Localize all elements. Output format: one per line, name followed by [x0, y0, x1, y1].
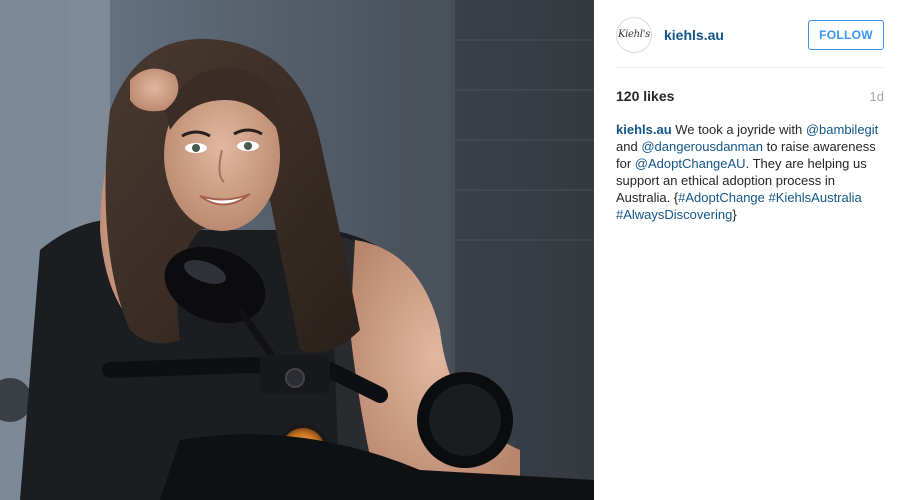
post-photo-illustration — [0, 0, 594, 500]
post-photo[interactable] — [0, 0, 594, 500]
account-avatar[interactable]: Kiehl's — [616, 16, 652, 53]
likes-count[interactable]: 120 likes — [616, 88, 674, 104]
caption-text: and — [616, 139, 638, 154]
post-caption: kiehls.au We took a joyride with @bambil… — [616, 121, 884, 223]
caption-hashtag-link[interactable]: #AdoptChange — [678, 190, 765, 205]
instagram-post: Kiehl's kiehls.au FOLLOW 120 likes 1d ki… — [0, 0, 900, 500]
caption-mention-link[interactable]: @bambilegit — [806, 122, 878, 137]
post-header: Kiehl's kiehls.au FOLLOW — [616, 12, 884, 68]
avatar-logo-text: Kiehl's — [617, 29, 650, 40]
account-username-link[interactable]: kiehls.au — [664, 27, 724, 43]
post-info-panel: Kiehl's kiehls.au FOLLOW 120 likes 1d ki… — [594, 0, 900, 500]
caption-hashtag-link[interactable]: #KiehlsAustralia — [769, 190, 862, 205]
post-stats: 120 likes 1d — [616, 86, 884, 106]
caption-text: } — [732, 207, 737, 222]
caption-username-link[interactable]: kiehls.au — [616, 122, 672, 137]
caption-hashtag-link[interactable]: #AlwaysDiscovering — [616, 207, 732, 222]
caption-mention-link[interactable]: @AdoptChangeAU — [635, 156, 746, 171]
follow-button[interactable]: FOLLOW — [808, 19, 884, 50]
caption-mention-link[interactable]: @dangerousdanman — [641, 139, 763, 154]
post-timestamp[interactable]: 1d — [870, 89, 884, 104]
caption-text: We took a joyride with — [675, 122, 803, 137]
